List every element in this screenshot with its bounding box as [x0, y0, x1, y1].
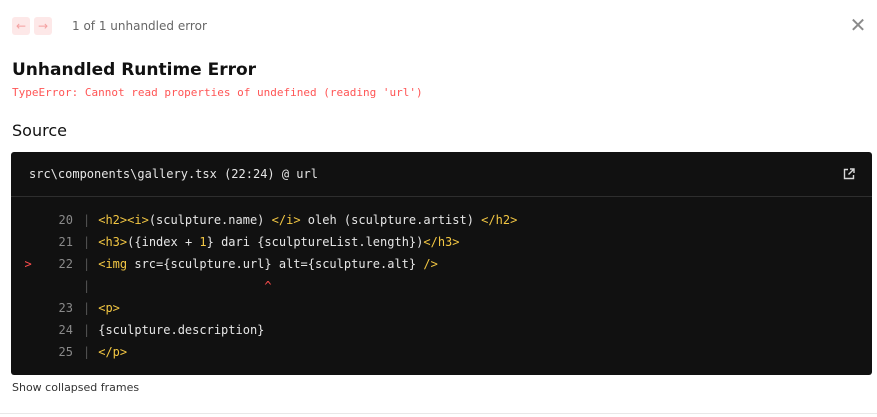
code-line: > 22 | <img src={sculpture.url} alt={sculp… — [11, 253, 872, 275]
code-text: </p> — [98, 345, 127, 359]
line-number: 23 — [58, 301, 73, 315]
line-number: 21 — [58, 235, 73, 249]
code-text: <img src={sculpture.url} alt={sculpture.… — [98, 257, 438, 271]
line-number: 20 — [58, 213, 73, 227]
source-heading: Source — [12, 121, 67, 140]
code-token: </h2> — [481, 213, 518, 227]
next-error-button[interactable]: → — [34, 17, 52, 35]
code-token: </i> — [271, 213, 301, 227]
code-line: 23 | <p> — [11, 297, 872, 319]
code-token: </p> — [98, 345, 128, 359]
show-collapsed-frames-button[interactable]: Show collapsed frames — [12, 381, 139, 394]
code-token: 1 — [199, 235, 207, 249]
code-token: ^ — [98, 279, 272, 293]
gutter-divider: | — [83, 301, 91, 315]
code-token: <img — [98, 257, 135, 271]
gutter-divider: | — [83, 257, 91, 271]
code-line: 21 | <h3>({index + 1} dari {sculptureList.… — [11, 231, 872, 253]
previous-error-button[interactable]: ← — [12, 17, 30, 35]
code-token: } dari {sculptureList.length}) — [206, 235, 424, 249]
open-in-editor-icon[interactable] — [842, 166, 856, 180]
gutter-divider: | — [83, 345, 91, 359]
code-token: <h3> — [98, 235, 128, 249]
code-frame: src\components\gallery.tsx (22:24) @ url… — [11, 152, 872, 375]
line-number: 24 — [58, 323, 73, 337]
file-path-link[interactable]: src\components\gallery.tsx (22:24) @ url — [29, 167, 318, 181]
code-text: {sculpture.description} — [98, 323, 264, 337]
code-line: | ^ — [11, 275, 872, 297]
code-token: /> — [423, 257, 438, 271]
close-icon[interactable]: ✕ — [849, 15, 867, 35]
code-line: 24 | {sculpture.description} — [11, 319, 872, 341]
gutter-divider: | — [83, 279, 91, 293]
code-text: <h3>({index + 1} dari {sculptureList.len… — [98, 235, 459, 249]
error-title: Unhandled Runtime Error — [12, 60, 257, 80]
line-number: 22 — [58, 257, 73, 271]
code-token: <h2><i> — [98, 213, 149, 227]
error-navigation: ← → 1 of 1 unhandled error — [12, 14, 207, 38]
error-count: 1 of 1 unhandled error — [72, 19, 207, 33]
code-line: 20 | <h2><i>(sculpture.name) </i> oleh (sc… — [11, 209, 872, 231]
gutter-divider: | — [83, 213, 91, 227]
error-line-marker: > — [24, 257, 39, 271]
code-token: {sculpture.description} — [98, 323, 265, 337]
code-token: ({index + — [127, 235, 200, 249]
code-lines: 20 | <h2><i>(sculpture.name) </i> oleh (sc… — [11, 197, 872, 363]
code-text: <h2><i>(sculpture.name) </i> oleh (sculp… — [98, 213, 517, 227]
code-text: <p> — [98, 301, 120, 315]
code-token: src={sculpture.url} alt={sculpture.alt} — [134, 257, 424, 271]
code-token: oleh (sculpture.artist) — [300, 213, 482, 227]
gutter-divider: | — [83, 235, 91, 249]
code-token: </h3> — [423, 235, 460, 249]
line-number: 25 — [58, 345, 73, 359]
code-token: <p> — [98, 301, 120, 315]
divider — [0, 413, 877, 414]
code-line: 25 | </p> — [11, 341, 872, 363]
code-text: ^ — [98, 279, 271, 293]
gutter-divider: | — [83, 323, 91, 337]
error-message: TypeError: Cannot read properties of und… — [12, 86, 423, 99]
code-frame-header: src\components\gallery.tsx (22:24) @ url — [11, 152, 872, 197]
code-token: (sculpture.name) — [148, 213, 272, 227]
